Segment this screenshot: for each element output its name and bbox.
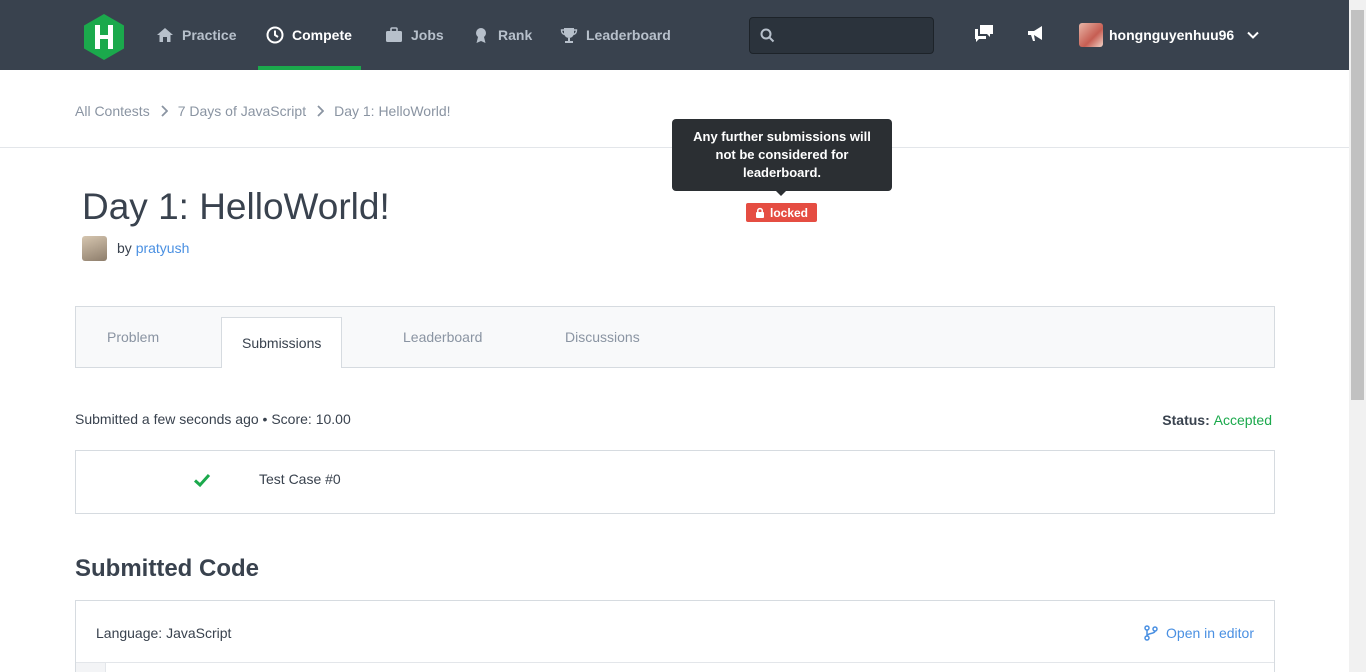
breadcrumb-all-contests[interactable]: All Contests <box>75 103 150 119</box>
nav-compete-label: Compete <box>292 27 352 43</box>
code-language: Language: JavaScript <box>96 625 232 641</box>
search-icon <box>760 28 775 43</box>
nav-jobs-label: Jobs <box>411 27 444 43</box>
nav-rank-label: Rank <box>498 27 533 43</box>
author-avatar[interactable] <box>82 236 107 261</box>
messages-icon[interactable] <box>973 22 995 44</box>
nav-leaderboard[interactable]: Leaderboard <box>560 0 671 70</box>
code-editor[interactable] <box>76 662 1274 672</box>
tab-problem[interactable]: Problem <box>107 307 159 367</box>
trophy-icon <box>560 28 578 43</box>
medal-icon <box>476 28 486 43</box>
test-case-label[interactable]: Test Case #0 <box>259 471 341 487</box>
scrollbar-thumb[interactable] <box>1351 10 1364 400</box>
tab-discussions[interactable]: Discussions <box>565 307 640 367</box>
briefcase-icon <box>386 27 402 42</box>
locked-tooltip: Any further submissions will not be cons… <box>672 119 892 196</box>
nav-rank[interactable]: Rank <box>472 0 532 70</box>
challenge-tabs: Problem Submissions Leaderboard Discussi… <box>75 306 1275 368</box>
breadcrumb: All Contests 7 Days of JavaScript Day 1:… <box>75 103 451 119</box>
page-scrollbar[interactable] <box>1349 0 1366 672</box>
announcement-icon[interactable] <box>1025 22 1047 44</box>
status-value: Accepted <box>1213 412 1272 428</box>
home-icon <box>157 28 173 42</box>
test-case-list: Test Case #0 <box>75 450 1275 514</box>
check-icon <box>193 473 211 488</box>
status-label: Status: <box>1162 412 1210 428</box>
chevron-right-icon <box>161 105 168 117</box>
nav-jobs[interactable]: Jobs <box>385 0 444 70</box>
chevron-right-icon <box>317 105 325 117</box>
page-title: Day 1: HelloWorld! <box>82 186 390 227</box>
by-label: by <box>117 240 132 256</box>
clock-icon <box>266 26 284 44</box>
nav-practice[interactable]: Practice <box>156 0 236 70</box>
nav-leaderboard-label: Leaderboard <box>586 27 671 43</box>
search-box[interactable] <box>749 17 934 54</box>
nav-compete[interactable]: Compete <box>266 0 352 70</box>
locked-label: locked <box>769 205 808 220</box>
author-link[interactable]: pratyush <box>136 240 190 256</box>
locked-badge[interactable]: locked <box>746 203 817 222</box>
search-input[interactable] <box>784 24 924 48</box>
nav-practice-label: Practice <box>182 27 237 43</box>
open-in-editor-label: Open in editor <box>1166 625 1254 641</box>
hackerrank-logo[interactable] <box>82 13 126 61</box>
top-navbar: Practice Compete Jobs Rank Leaderboard h… <box>0 0 1349 70</box>
user-menu[interactable]: hongnguyenhuu96 <box>1079 0 1260 70</box>
breadcrumb-challenge[interactable]: Day 1: HelloWorld! <box>334 103 450 119</box>
breadcrumb-contest[interactable]: 7 Days of JavaScript <box>178 103 306 119</box>
lock-icon <box>755 207 764 218</box>
author-line: by pratyush <box>117 240 189 256</box>
chevron-down-icon <box>1247 31 1259 39</box>
code-panel: Language: JavaScript Open in editor <box>75 600 1275 672</box>
branch-icon <box>1144 625 1158 641</box>
tab-leaderboard[interactable]: Leaderboard <box>403 307 482 367</box>
line-gutter <box>76 663 106 672</box>
username: hongnguyenhuu96 <box>1109 27 1235 43</box>
submission-info: Submitted a few seconds ago • Score: 10.… <box>75 411 351 427</box>
submitted-code-heading: Submitted Code <box>75 555 259 582</box>
open-in-editor-link[interactable]: Open in editor <box>1144 625 1254 641</box>
tab-submissions[interactable]: Submissions <box>221 317 343 368</box>
submission-status: Status: Accepted <box>1162 412 1272 428</box>
user-avatar <box>1079 23 1103 47</box>
